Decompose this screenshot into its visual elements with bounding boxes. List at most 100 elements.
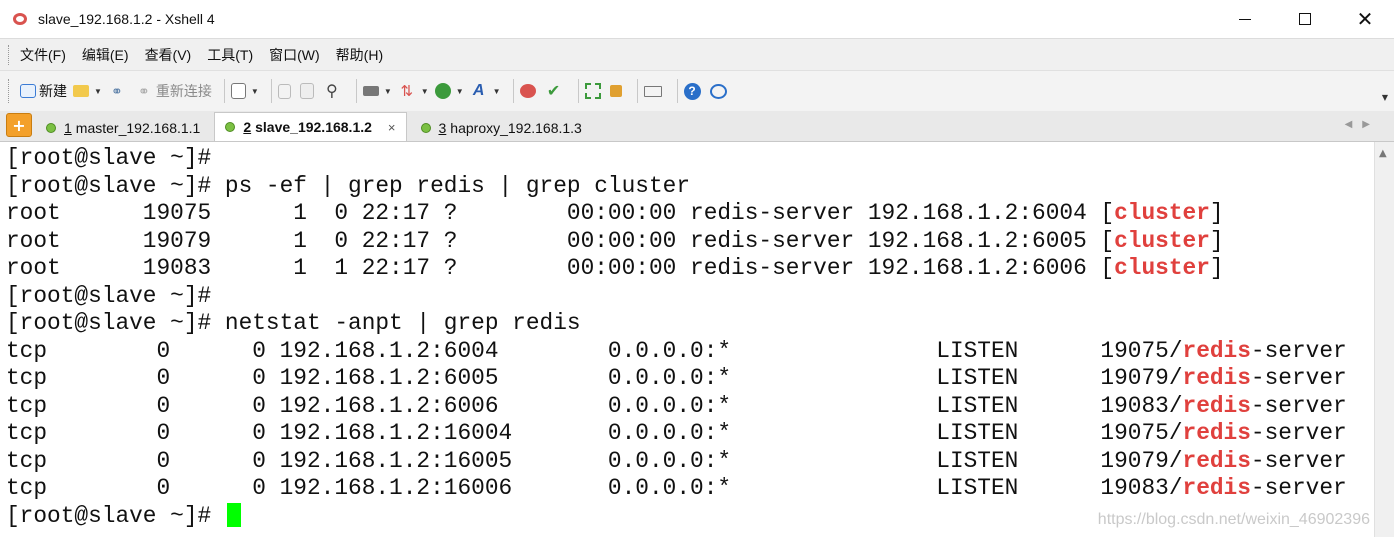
transfer-button[interactable]: ⇅ ▼ xyxy=(398,82,429,100)
copy-icon xyxy=(277,83,291,99)
reconnect-button[interactable]: ⚭ 重新连接 xyxy=(135,81,212,101)
menu-tools[interactable]: 工具(T) xyxy=(199,45,261,65)
close-icon: ✕ xyxy=(1356,7,1374,31)
terminal-text: root 19083 1 1 22:17 ? 00:00:00 redis-se… xyxy=(6,255,1115,281)
close-window-button[interactable]: ✕ xyxy=(1338,0,1392,38)
minimize-button[interactable] xyxy=(1218,0,1272,38)
window-title: slave_192.168.1.2 - Xshell 4 xyxy=(38,11,215,27)
new-session-icon xyxy=(20,84,36,98)
terminal-highlight: redis xyxy=(1182,365,1251,391)
terminal-text: -server xyxy=(1250,475,1347,501)
tab-number: 1 xyxy=(64,120,72,136)
chat-bubble-icon xyxy=(709,83,727,99)
properties-button[interactable]: ▼ xyxy=(230,83,259,99)
title-bar: slave_192.168.1.2 - Xshell 4 ✕ xyxy=(0,0,1394,38)
print-button[interactable]: ▼ xyxy=(362,86,392,96)
chevron-down-icon: ▼ xyxy=(492,86,501,96)
tab-label: slave_192.168.1.2 xyxy=(255,119,372,135)
folder-icon xyxy=(73,85,89,97)
paste-button[interactable] xyxy=(299,83,317,99)
terminal-text: ] xyxy=(1209,255,1224,281)
new-session-button[interactable]: 新建 xyxy=(20,81,67,101)
link-icon: ⚭ xyxy=(111,82,123,99)
terminal-output[interactable]: [root@slave ~]# [root@slave ~]# ps -ef | … xyxy=(0,142,1374,537)
terminal-line: root 19083 1 1 22:17 ? 00:00:00 redis-se… xyxy=(6,255,1224,282)
keyboard-icon xyxy=(643,85,662,97)
tab-scroll-arrows-icon[interactable]: ◀▶ xyxy=(1345,119,1380,130)
scroll-up-icon[interactable]: ▲ xyxy=(1379,148,1387,159)
open-folder-button[interactable]: ▼ xyxy=(73,85,102,97)
terminal-line: [root@slave ~]# ps -ef | grep redis | gr… xyxy=(6,173,690,200)
terminal-text: [root@slave ~]# netstat -anpt | grep red… xyxy=(6,310,581,336)
reconnect-icon: ⚭ xyxy=(138,82,150,99)
toolbar-grip xyxy=(8,79,12,103)
menu-view[interactable]: 查看(V) xyxy=(137,45,200,65)
tab-haproxy[interactable]: 3 haproxy_192.168.1.3 xyxy=(411,115,592,141)
connected-status-icon xyxy=(420,123,431,133)
terminal-highlight: redis xyxy=(1182,475,1251,501)
menu-window[interactable]: 窗口(W) xyxy=(261,45,328,65)
close-tab-icon[interactable]: × xyxy=(388,120,396,135)
terminal-text: [root@slave ~]# xyxy=(6,145,212,171)
help-icon: ? xyxy=(683,82,701,100)
globe-button[interactable]: ▼ xyxy=(434,83,464,99)
tab-master[interactable]: 1 master_192.168.1.1 xyxy=(36,115,210,141)
menu-file[interactable]: 文件(F) xyxy=(12,45,74,65)
terminal-text: ] xyxy=(1209,227,1224,254)
terminal-text: [root@slave ~]# xyxy=(6,282,212,309)
terminal-text: -server xyxy=(1250,337,1347,364)
terminal-line: tcp 0 0 192.168.1.2:6006 0.0.0.0:* LISTE… xyxy=(6,393,1347,420)
fullscreen-button[interactable] xyxy=(584,83,604,99)
chevron-down-icon: ▼ xyxy=(94,86,102,96)
terminal-text: [root@slave ~]# xyxy=(6,502,225,529)
menu-edit[interactable]: 编辑(E) xyxy=(74,45,137,65)
chat-button[interactable] xyxy=(709,83,730,99)
terminal-text: -server xyxy=(1250,365,1347,391)
reconnect-label: 重新连接 xyxy=(155,83,212,99)
globe-icon xyxy=(434,83,451,99)
terminal-line: root 19079 1 0 22:17 ? 00:00:00 redis-se… xyxy=(6,228,1224,255)
toolbar-separator xyxy=(355,79,357,103)
transfer-icon: ⇅ xyxy=(400,83,414,100)
tab-label: haproxy_192.168.1.3 xyxy=(450,120,582,136)
lock-icon xyxy=(609,85,622,97)
terminal-line: tcp 0 0 192.168.1.2:16004 0.0.0.0:* LIST… xyxy=(6,420,1347,447)
minimize-icon xyxy=(1239,18,1251,20)
terminal-text: tcp 0 0 192.168.1.2:6005 0.0.0.0:* LISTE… xyxy=(6,365,1183,391)
terminal-text: tcp 0 0 192.168.1.2:16006 0.0.0.0:* LIST… xyxy=(6,475,1183,501)
terminal-text: -server xyxy=(1250,420,1347,446)
font-button[interactable]: A ▼ xyxy=(470,82,501,100)
menu-bar: 文件(F) 编辑(E) 查看(V) 工具(T) 窗口(W) 帮助(H) xyxy=(0,38,1394,71)
chevron-down-icon: ▼ xyxy=(420,86,429,96)
help-button[interactable]: ? xyxy=(683,82,704,100)
connected-status-icon xyxy=(225,122,236,132)
xftp-button[interactable]: ✔ xyxy=(545,82,566,100)
add-session-icon[interactable]: + xyxy=(6,113,32,137)
menu-help[interactable]: 帮助(H) xyxy=(328,45,391,65)
toolbar-separator xyxy=(512,79,514,103)
xshell-button[interactable] xyxy=(519,84,539,98)
terminal-text: -server xyxy=(1250,392,1347,419)
terminal-highlight: redis xyxy=(1182,420,1251,446)
terminal-line: [root@slave ~]# xyxy=(6,145,211,172)
terminal-line: tcp 0 0 192.168.1.2:16006 0.0.0.0:* LIST… xyxy=(6,475,1347,502)
maximize-button[interactable] xyxy=(1278,0,1332,38)
terminal-scrollbar[interactable]: ▲ xyxy=(1374,142,1394,537)
xftp-icon: ✔ xyxy=(546,83,561,100)
toolbar-separator xyxy=(676,79,678,103)
toolbar-separator xyxy=(636,79,638,103)
terminal-line: tcp 0 0 192.168.1.2:6004 0.0.0.0:* LISTE… xyxy=(6,338,1347,365)
find-button[interactable]: ⚲ xyxy=(323,82,344,100)
copy-button[interactable] xyxy=(277,83,294,99)
toolbar-overflow-icon[interactable]: ▼ xyxy=(1382,93,1388,102)
keyboard-button[interactable] xyxy=(643,85,665,97)
terminal-highlight: cluster xyxy=(1114,200,1210,226)
terminal-text: [root@slave ~]# ps -ef | grep redis | gr… xyxy=(6,172,691,199)
lock-button[interactable] xyxy=(609,85,625,97)
chevron-down-icon: ▼ xyxy=(383,86,392,96)
connect-button[interactable]: ⚭ xyxy=(108,82,129,100)
tab-slave[interactable]: 2 slave_192.168.1.2 × xyxy=(214,112,407,141)
tab-number: 2 xyxy=(243,119,252,135)
toolbar-separator xyxy=(223,79,225,103)
printer-icon xyxy=(362,86,379,96)
